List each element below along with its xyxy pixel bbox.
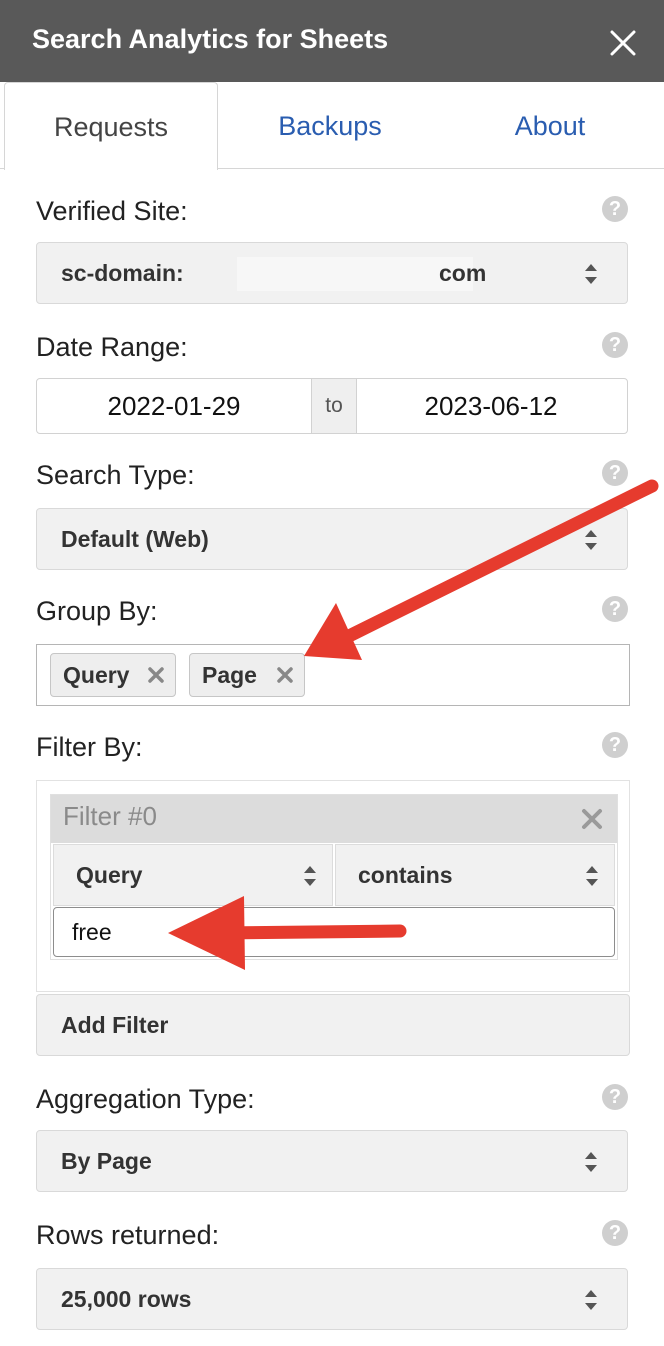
tab-about[interactable]: About [440, 82, 660, 169]
rows-returned-label: Rows returned: [36, 1220, 220, 1250]
end-date-input[interactable]: 2023-06-12 [355, 379, 627, 433]
verified-site-select[interactable]: sc-domain: com [36, 242, 628, 304]
group-chip-label: Page [202, 662, 257, 688]
aggregation-type-value: By Page [61, 1148, 152, 1174]
filter-title: Filter #0 [63, 801, 157, 831]
filter-by-help-icon[interactable]: ? [602, 732, 628, 758]
remove-chip-icon[interactable] [276, 666, 294, 684]
select-arrows-icon [585, 1290, 597, 1310]
tab-requests[interactable]: Requests [4, 82, 218, 170]
verified-site-help-icon[interactable]: ? [602, 196, 628, 222]
filter-operator-value: contains [358, 862, 453, 888]
tab-backups[interactable]: Backups [220, 82, 440, 169]
search-type-select[interactable]: Default (Web) [36, 508, 628, 570]
redacted-domain [237, 257, 473, 291]
filter-header: Filter #0 [51, 795, 617, 843]
filter-dimension-select[interactable]: Query [53, 844, 333, 906]
remove-filter-icon[interactable] [581, 808, 603, 830]
group-by-help-icon[interactable]: ? [602, 596, 628, 622]
group-by-label: Group By: [36, 596, 158, 626]
requests-panel: Verified Site: ? sc-domain: com Date Ran… [0, 170, 664, 1346]
verified-site-prefix: sc-domain: [61, 260, 184, 286]
date-range-row: 2022-01-29 to 2023-06-12 [36, 378, 628, 434]
filter-operator-select[interactable]: contains [335, 844, 615, 906]
date-range-help-icon[interactable]: ? [602, 332, 628, 358]
start-date-input[interactable]: 2022-01-29 [37, 379, 311, 433]
tab-bar: Requests Backups About [0, 82, 664, 170]
filter-list: Filter #0 Query contains free [36, 780, 630, 992]
select-arrows-icon [586, 866, 598, 886]
rows-returned-value: 25,000 rows [61, 1286, 192, 1312]
verified-site-label: Verified Site: [36, 196, 188, 226]
group-by-field[interactable]: Query Page [36, 644, 630, 706]
filter-card: Filter #0 Query contains free [50, 794, 618, 960]
filter-by-label: Filter By: [36, 732, 143, 762]
filter-dimension-value: Query [76, 862, 143, 888]
date-range-label: Date Range: [36, 332, 188, 362]
search-type-value: Default (Web) [61, 526, 209, 552]
rows-returned-select[interactable]: 25,000 rows [36, 1268, 628, 1330]
group-chip-page: Page [189, 653, 305, 697]
select-arrows-icon [304, 866, 316, 886]
sidebar-titlebar: Search Analytics for Sheets [0, 0, 664, 82]
add-filter-button[interactable]: Add Filter [36, 994, 630, 1056]
select-arrows-icon [585, 264, 597, 284]
group-chip-label: Query [63, 662, 130, 688]
date-range-separator: to [311, 379, 357, 433]
group-chip-query: Query [50, 653, 176, 697]
select-arrows-icon [585, 1152, 597, 1172]
search-type-label: Search Type: [36, 460, 195, 490]
search-type-help-icon[interactable]: ? [602, 460, 628, 486]
rows-returned-help-icon[interactable]: ? [602, 1220, 628, 1246]
filter-expression-input[interactable]: free [53, 907, 615, 957]
close-icon[interactable] [606, 26, 640, 60]
aggregation-type-help-icon[interactable]: ? [602, 1084, 628, 1110]
sidebar-title: Search Analytics for Sheets [32, 24, 389, 54]
aggregation-type-label: Aggregation Type: [36, 1084, 255, 1114]
select-arrows-icon [585, 530, 597, 550]
remove-chip-icon[interactable] [147, 666, 165, 684]
aggregation-type-select[interactable]: By Page [36, 1130, 628, 1192]
verified-site-suffix: com [439, 260, 487, 286]
